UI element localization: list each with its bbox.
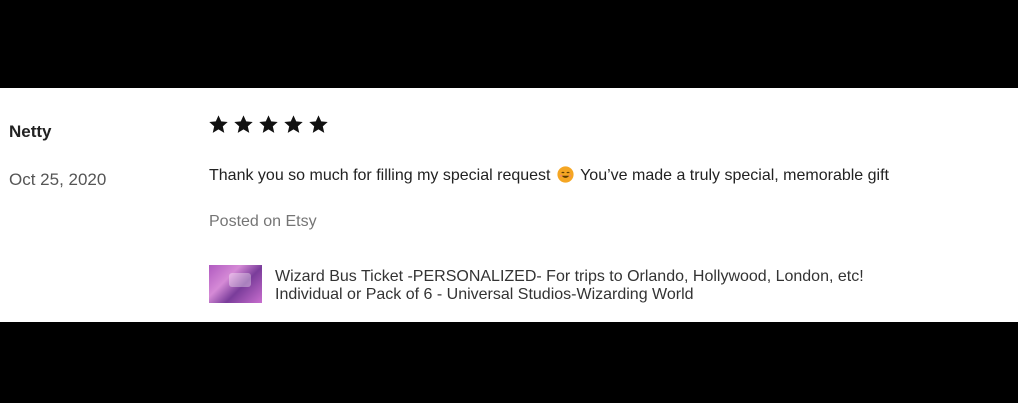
star-icon (259, 115, 278, 133)
smiling-face-emoji-icon (557, 166, 574, 183)
item-title-line2: Individual or Pack of 6 - Universal Stud… (275, 286, 694, 303)
thumbnail-highlight (229, 273, 251, 287)
review-card: Netty Oct 25, 2020 Thank you so much for… (0, 88, 1018, 322)
item-thumbnail-image[interactable] (209, 265, 262, 303)
posted-on-label: Posted on Etsy (209, 213, 317, 230)
bottom-black-bar (0, 322, 1018, 403)
review-text-part1: Thank you so much for filling my special… (209, 167, 551, 184)
review-text: Thank you so much for filling my special… (209, 166, 889, 185)
reviewer-name[interactable]: Netty (9, 122, 52, 142)
star-rating (208, 114, 329, 135)
star-icon (284, 115, 303, 133)
star-icon (234, 115, 253, 133)
review-text-part2: You’ve made a truly special, memorable g… (580, 167, 889, 184)
item-title-line1: Wizard Bus Ticket -PERSONALIZED- For tri… (275, 268, 864, 285)
review-date: Oct 25, 2020 (9, 170, 107, 189)
star-icon (309, 115, 328, 133)
star-icon (209, 115, 228, 133)
item-title-link[interactable]: Wizard Bus Ticket -PERSONALIZED- For tri… (275, 268, 975, 304)
top-black-bar (0, 0, 1018, 88)
